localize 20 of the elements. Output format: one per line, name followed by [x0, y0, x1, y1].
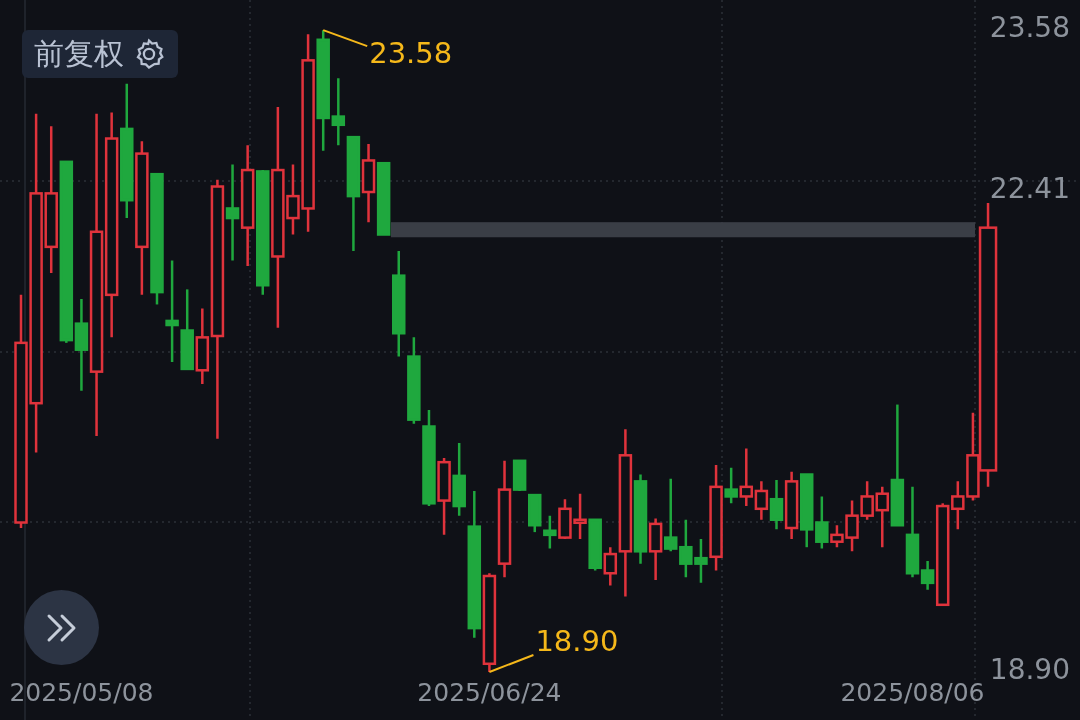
- candle: [543, 514, 557, 550]
- candle: [573, 492, 587, 541]
- candle: [528, 493, 542, 534]
- candle: [679, 518, 693, 579]
- date-axis-label: 2025/06/24: [417, 680, 562, 705]
- candle: [769, 478, 784, 531]
- date-axis-label: 2025/08/06: [840, 680, 985, 705]
- price-axis-label: 18.90: [989, 656, 1070, 684]
- candle: [588, 518, 602, 572]
- leader-line: [488, 654, 535, 673]
- candle: [784, 470, 799, 541]
- price-axis-label: 23.58: [989, 14, 1070, 43]
- date-axis-label: 2025/05/08: [9, 680, 154, 705]
- price-marker-label: 23.58: [369, 39, 453, 69]
- leader-line: [322, 29, 369, 48]
- price-marker-label: 18.90: [535, 627, 619, 656]
- candle: [648, 517, 663, 582]
- price-axis-label: 22.41: [989, 174, 1070, 203]
- adjust-button[interactable]: 前复权: [22, 30, 178, 78]
- candle: [558, 497, 572, 541]
